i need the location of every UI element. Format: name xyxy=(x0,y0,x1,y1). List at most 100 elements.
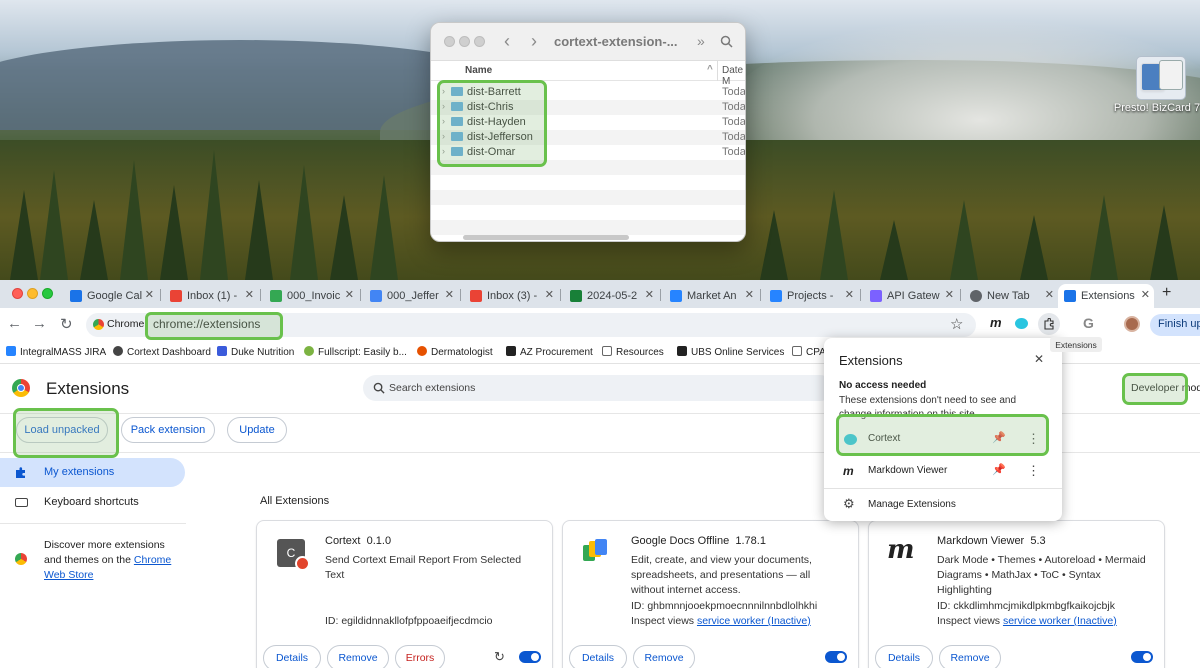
bookmark-item[interactable]: Dermatologist xyxy=(417,346,493,358)
close-tab-icon[interactable]: ✕ xyxy=(545,288,554,301)
close-tab-icon[interactable]: ✕ xyxy=(1045,288,1054,301)
list-item[interactable]: › dist-Omar Today xyxy=(431,145,745,160)
omnibox[interactable]: Chrome chrome://extensions ☆ xyxy=(86,313,976,337)
list-item[interactable]: › dist-Chris Today xyxy=(431,100,745,115)
details-button[interactable]: Details xyxy=(875,645,933,668)
close-tab-icon[interactable]: ✕ xyxy=(945,288,954,301)
disclosure-icon[interactable]: › xyxy=(442,146,445,156)
horizontal-scrollbar[interactable] xyxy=(463,235,629,240)
list-item[interactable]: › dist-Barrett Today xyxy=(431,85,745,100)
pin-icon[interactable]: 📌 xyxy=(992,463,1006,476)
manage-extensions-item[interactable]: ⚙ Manage Extensions xyxy=(824,490,1062,518)
tab-sheet[interactable]: 2024-05-2 ✕ xyxy=(564,284,658,308)
close-window-button[interactable] xyxy=(12,288,23,299)
bookmark-star-icon[interactable]: ☆ xyxy=(950,315,963,333)
bookmark-item[interactable]: Cortext Dashboard xyxy=(113,346,211,358)
bookmark-folder[interactable]: CPA xyxy=(792,346,826,358)
popup-item-cortext[interactable]: Cortext 📌 ⋮ xyxy=(824,424,1062,454)
cortext-icon[interactable] xyxy=(1015,318,1028,329)
site-chip[interactable]: Chrome xyxy=(107,318,144,330)
reload-icon[interactable]: ↻ xyxy=(494,649,505,665)
tab-new-tab[interactable]: New Tab ✕ xyxy=(964,284,1058,308)
update-button[interactable]: Update xyxy=(227,417,287,443)
close-icon[interactable]: ✕ xyxy=(1034,352,1044,366)
details-button[interactable]: Details xyxy=(569,645,627,668)
bookmark-item[interactable]: AZ Procurement xyxy=(506,346,593,358)
bookmark-item[interactable]: IntegralMASS JIRA xyxy=(6,346,106,358)
zoom-window-button[interactable] xyxy=(474,36,485,47)
minimize-window-button[interactable] xyxy=(27,288,38,299)
bizcard-app-icon[interactable] xyxy=(1136,56,1186,100)
markdown-viewer-icon[interactable]: m xyxy=(990,315,1002,330)
tab-google-calendar[interactable]: Google Cal ✕ xyxy=(64,284,158,308)
extension-name: Google Docs Offline 1.78.1 xyxy=(631,535,766,547)
forward-icon[interactable]: → xyxy=(32,315,47,332)
more-toolbar-icon[interactable]: » xyxy=(697,33,705,49)
date-column-header[interactable]: Date M xyxy=(722,65,745,87)
developer-mode-toggle[interactable]: Developer mode xyxy=(1126,375,1200,401)
tab-extensions[interactable]: Extensions ✕ xyxy=(1058,284,1154,308)
pack-extension-button[interactable]: Pack extension xyxy=(121,417,215,443)
disclosure-icon[interactable]: › xyxy=(442,86,445,96)
bookmark-item[interactable]: Fullscript: Easily b... xyxy=(304,346,407,358)
close-tab-icon[interactable]: ✕ xyxy=(345,288,354,301)
extension-card-markdown-viewer: m Markdown Viewer 5.3 Dark Mode • Themes… xyxy=(868,520,1165,668)
close-window-button[interactable] xyxy=(444,36,455,47)
details-button[interactable]: Details xyxy=(263,645,321,668)
service-worker-link[interactable]: service worker (Inactive) xyxy=(1003,615,1117,627)
more-options-icon[interactable]: ⋮ xyxy=(1027,463,1040,479)
list-item[interactable]: › dist-Hayden Today xyxy=(431,115,745,130)
tab-invoice[interactable]: 000_Invoic ✕ xyxy=(264,284,358,308)
tab-jefferson-doc[interactable]: 000_Jeffer ✕ xyxy=(364,284,458,308)
close-tab-icon[interactable]: ✕ xyxy=(445,288,454,301)
remove-button[interactable]: Remove xyxy=(633,645,695,668)
search-input[interactable]: Search extensions xyxy=(363,375,833,401)
extensions-puzzle-button[interactable] xyxy=(1038,313,1060,335)
back-icon[interactable]: ← xyxy=(7,315,22,332)
nav-my-extensions[interactable]: My extensions xyxy=(0,458,185,487)
new-tab-icon[interactable]: + xyxy=(1162,284,1171,302)
list-item[interactable]: › dist-Jefferson Today xyxy=(431,130,745,145)
service-worker-link[interactable]: service worker (Inactive) xyxy=(697,615,811,627)
disclosure-icon[interactable]: › xyxy=(442,101,445,111)
popup-item-markdown-viewer[interactable]: m Markdown Viewer 📌 ⋮ xyxy=(824,456,1062,486)
minimize-window-button[interactable] xyxy=(459,36,470,47)
back-icon[interactable]: ‹ xyxy=(504,31,510,52)
remove-button[interactable]: Remove xyxy=(327,645,389,668)
close-tab-icon[interactable]: ✕ xyxy=(245,288,254,301)
bookmark-item[interactable]: Duke Nutrition xyxy=(217,346,294,358)
url-text[interactable]: chrome://extensions xyxy=(153,317,260,331)
close-tab-icon[interactable]: ✕ xyxy=(145,288,154,301)
bookmark-item[interactable]: UBS Online Services xyxy=(677,346,784,358)
zoom-window-button[interactable] xyxy=(42,288,53,299)
bookmark-folder[interactable]: Resources xyxy=(602,346,664,358)
close-tab-icon[interactable]: ✕ xyxy=(1141,288,1150,301)
google-icon[interactable]: G xyxy=(1083,315,1094,331)
search-icon xyxy=(373,382,385,394)
enable-toggle[interactable] xyxy=(1131,651,1153,663)
enable-toggle[interactable] xyxy=(519,651,541,663)
errors-button[interactable]: Errors xyxy=(395,645,445,668)
close-tab-icon[interactable]: ✕ xyxy=(645,288,654,301)
tab-inbox-3[interactable]: Inbox (3) - ✕ xyxy=(464,284,558,308)
more-options-icon[interactable]: ⋮ xyxy=(1027,431,1040,447)
load-unpacked-button[interactable]: Load unpacked xyxy=(16,417,108,443)
tab-api-gateway[interactable]: API Gatew ✕ xyxy=(864,284,958,308)
tab-market-analysis[interactable]: Market An ✕ xyxy=(664,284,758,308)
forward-icon[interactable]: › xyxy=(531,31,537,52)
name-column-header[interactable]: Name xyxy=(465,65,492,76)
search-icon[interactable] xyxy=(720,35,733,51)
close-tab-icon[interactable]: ✕ xyxy=(745,288,754,301)
pin-icon[interactable]: 📌 xyxy=(992,431,1006,444)
tab-inbox-1[interactable]: Inbox (1) - ✕ xyxy=(164,284,258,308)
close-tab-icon[interactable]: ✕ xyxy=(845,288,854,301)
enable-toggle[interactable] xyxy=(825,651,847,663)
disclosure-icon[interactable]: › xyxy=(442,116,445,126)
disclosure-icon[interactable]: › xyxy=(442,131,445,141)
finish-update-button[interactable]: Finish up xyxy=(1150,314,1200,336)
avatar[interactable] xyxy=(1124,316,1140,332)
nav-keyboard-shortcuts[interactable]: Keyboard shortcuts xyxy=(0,491,185,515)
tab-projects[interactable]: Projects - ✕ xyxy=(764,284,858,308)
reload-icon[interactable]: ↻ xyxy=(60,315,73,333)
remove-button[interactable]: Remove xyxy=(939,645,1001,668)
